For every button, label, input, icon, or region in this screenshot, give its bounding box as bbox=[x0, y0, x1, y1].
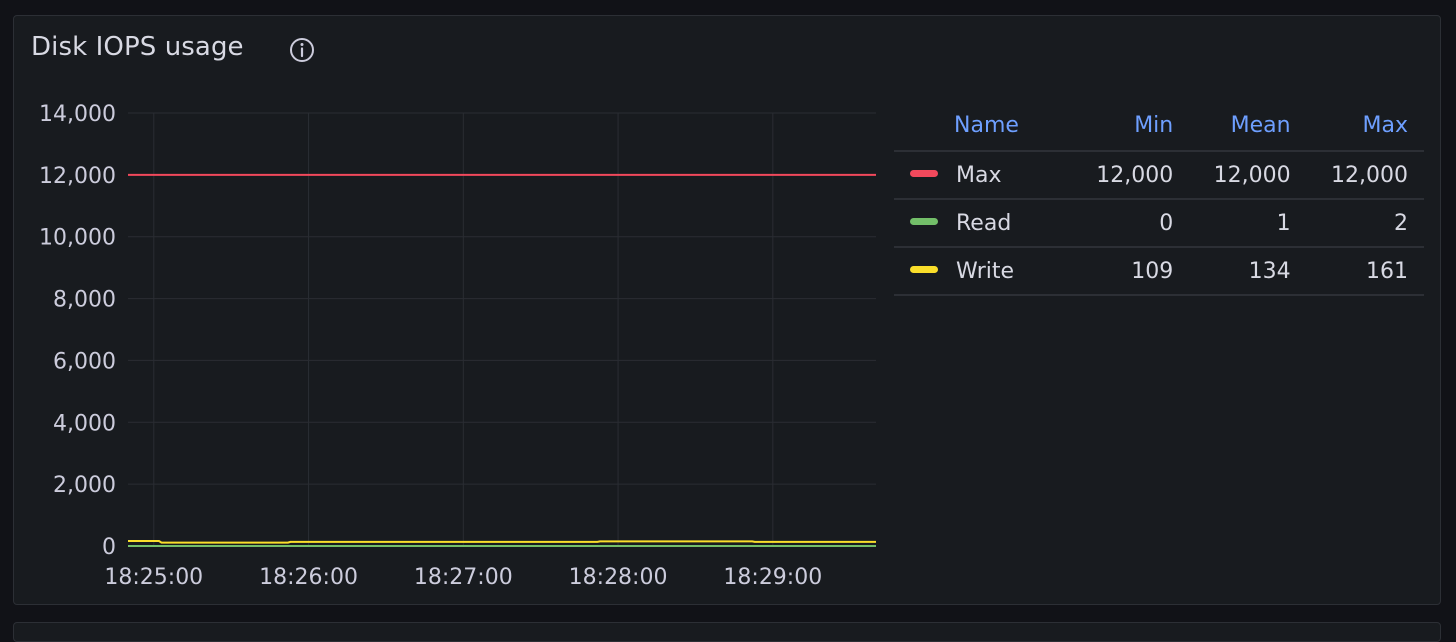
next-panel-edge bbox=[13, 622, 1441, 642]
legend-max-value: 161 bbox=[1306, 247, 1424, 296]
legend-series-name: Write bbox=[956, 258, 1015, 284]
legend-max-value: 2 bbox=[1306, 199, 1424, 248]
legend-max-value: 12,000 bbox=[1306, 151, 1424, 200]
legend-series-name: Max bbox=[956, 162, 1002, 188]
y-tick-label: 6,000 bbox=[53, 349, 116, 374]
series-line-write[interactable] bbox=[128, 540, 876, 544]
y-tick-label: 0 bbox=[102, 535, 116, 560]
grid-lines bbox=[128, 112, 876, 547]
y-tick-label: 14,000 bbox=[39, 102, 116, 127]
legend-mean-value: 134 bbox=[1189, 247, 1307, 296]
x-tick-label: 18:29:00 bbox=[723, 565, 822, 590]
legend-mean-value: 12,000 bbox=[1189, 151, 1307, 200]
x-tick-label: 18:27:00 bbox=[414, 565, 513, 590]
disk-iops-panel: Disk IOPS usage 0 2,000 4,000 6,000 8,000 10,… bbox=[13, 15, 1441, 605]
y-tick-label: 4,000 bbox=[53, 411, 116, 436]
legend-header-row: Name Min Mean Max bbox=[894, 108, 1424, 152]
legend-row-write[interactable]: Write 109 134 161 bbox=[894, 247, 1424, 296]
legend-min-value: 0 bbox=[1071, 199, 1190, 248]
x-axis-ticks: 18:25:00 18:26:00 18:27:00 18:28:00 18:29:00 bbox=[104, 565, 822, 590]
y-tick-label: 8,000 bbox=[53, 288, 116, 313]
legend-header-max[interactable]: Max bbox=[1306, 108, 1424, 152]
legend-row-max[interactable]: Max 12,000 12,000 12,000 bbox=[894, 151, 1424, 200]
legend-name-cell[interactable]: Max bbox=[894, 151, 1072, 200]
y-tick-label: 2,000 bbox=[53, 473, 116, 498]
legend-header-name[interactable]: Name bbox=[894, 108, 1072, 152]
legend-header-mean[interactable]: Mean bbox=[1189, 108, 1307, 152]
legend-name-cell[interactable]: Write bbox=[894, 247, 1072, 296]
legend-name-cell[interactable]: Read bbox=[894, 199, 1072, 248]
y-tick-label: 12,000 bbox=[39, 164, 116, 189]
x-tick-label: 18:28:00 bbox=[569, 565, 668, 590]
x-tick-label: 18:26:00 bbox=[259, 565, 358, 590]
series-color-swatch bbox=[910, 218, 938, 225]
series-color-swatch bbox=[910, 170, 938, 177]
y-tick-label: 10,000 bbox=[39, 226, 116, 251]
series-color-swatch bbox=[910, 266, 938, 273]
legend-header-min[interactable]: Min bbox=[1071, 108, 1190, 152]
legend-mean-value: 1 bbox=[1189, 199, 1307, 248]
legend-series-name: Read bbox=[956, 210, 1012, 236]
y-axis-ticks: 0 2,000 4,000 6,000 8,000 10,000 12,000 14,000 bbox=[39, 102, 116, 560]
legend-min-value: 109 bbox=[1071, 247, 1190, 296]
legend-table: Name Min Mean Max Max 12,000 12,000 12,0… bbox=[894, 108, 1424, 296]
x-tick-label: 18:25:00 bbox=[104, 565, 203, 590]
legend-min-value: 12,000 bbox=[1071, 151, 1190, 200]
legend-row-read[interactable]: Read 0 1 2 bbox=[894, 199, 1424, 248]
iops-line-chart: 02,0004,0006,0008,00010,00012,00014,000 … bbox=[39, 102, 876, 590]
